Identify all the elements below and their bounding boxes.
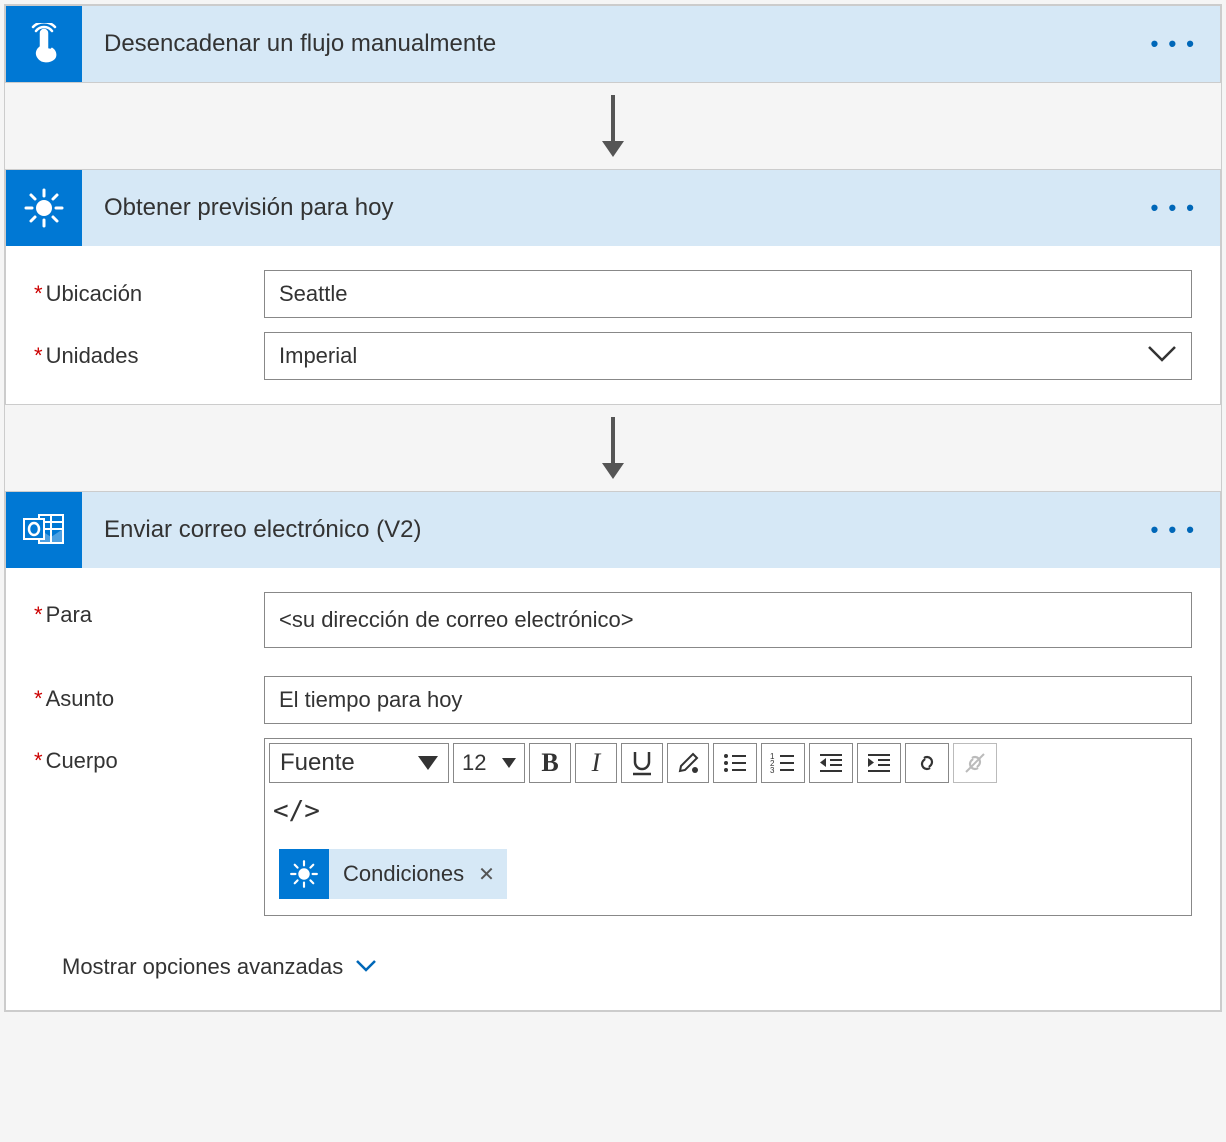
step-email-header[interactable]: Enviar correo electrónico (V2) • • • <box>6 492 1220 568</box>
caret-down-icon <box>502 758 516 768</box>
location-input[interactable]: Seattle <box>264 270 1192 318</box>
rte-unlink-button[interactable] <box>953 743 997 783</box>
rte-link-button[interactable] <box>905 743 949 783</box>
token-remove-button[interactable]: ✕ <box>478 862 495 887</box>
svg-text:3: 3 <box>770 766 775 774</box>
location-label: *Ubicación <box>34 281 264 307</box>
rte-number-list-button[interactable]: 123 <box>761 743 805 783</box>
units-label: *Unidades <box>34 343 264 369</box>
chevron-down-icon <box>355 957 377 978</box>
rte-codeview-button[interactable]: </> <box>269 791 328 831</box>
weather-sun-icon <box>6 170 82 246</box>
step-email: Enviar correo electrónico (V2) • • • *Pa… <box>5 491 1221 1011</box>
step-email-title: Enviar correo electrónico (V2) <box>104 516 1151 544</box>
location-row: *Ubicación Seattle <box>34 270 1192 318</box>
show-advanced-options-button[interactable]: Mostrar opciones avanzadas <box>62 954 377 980</box>
rte-outdent-button[interactable] <box>809 743 853 783</box>
rich-text-editor: Fuente 12 B I <box>264 738 1192 916</box>
chevron-down-icon <box>1147 343 1177 369</box>
token-label: Condiciones <box>343 861 464 887</box>
manual-trigger-icon <box>6 6 82 82</box>
step-forecast-more-button[interactable]: • • • <box>1151 195 1196 221</box>
rte-toolbar: Fuente 12 B I <box>265 739 1191 835</box>
step-trigger-more-button[interactable]: • • • <box>1151 31 1196 57</box>
subject-input[interactable]: El tiempo para hoy <box>264 676 1192 724</box>
step-forecast: Obtener previsión para hoy • • • *Ubicac… <box>5 169 1221 405</box>
rte-underline-button[interactable] <box>621 743 663 783</box>
step-trigger-header[interactable]: Desencadenar un flujo manualmente • • • <box>6 6 1220 82</box>
rte-color-button[interactable] <box>667 743 709 783</box>
units-select[interactable]: Imperial <box>264 332 1192 380</box>
dynamic-content-token[interactable]: Condiciones ✕ <box>279 849 507 899</box>
body-row: *Cuerpo Fuente 12 B I <box>34 738 1192 916</box>
step-email-body: *Para <su dirección de correo electrónic… <box>6 568 1220 1010</box>
step-email-more-button[interactable]: • • • <box>1151 517 1196 543</box>
step-trigger: Desencadenar un flujo manualmente • • • <box>5 5 1221 83</box>
rte-bold-button[interactable]: B <box>529 743 571 783</box>
body-label: *Cuerpo <box>34 738 264 774</box>
rte-content-area[interactable]: Condiciones ✕ <box>265 835 1191 915</box>
rte-indent-button[interactable] <box>857 743 901 783</box>
weather-sun-icon <box>279 849 329 899</box>
step-forecast-header[interactable]: Obtener previsión para hoy • • • <box>6 170 1220 246</box>
rte-size-select[interactable]: 12 <box>453 743 525 783</box>
to-row: *Para <su dirección de correo electrónic… <box>34 592 1192 648</box>
subject-label: *Asunto <box>34 676 264 712</box>
to-label: *Para <box>34 592 264 628</box>
connector-arrow-icon <box>5 83 1221 169</box>
outlook-icon <box>6 492 82 568</box>
rte-bullet-list-button[interactable] <box>713 743 757 783</box>
subject-row: *Asunto El tiempo para hoy <box>34 676 1192 724</box>
caret-down-icon <box>418 756 438 770</box>
to-input[interactable]: <su dirección de correo electrónico> <box>264 592 1192 648</box>
rte-font-select[interactable]: Fuente <box>269 743 449 783</box>
step-forecast-body: *Ubicación Seattle *Unidades Imperial <box>6 246 1220 404</box>
rte-italic-button[interactable]: I <box>575 743 617 783</box>
flow-canvas: Desencadenar un flujo manualmente • • • <box>4 4 1222 1012</box>
units-row: *Unidades Imperial <box>34 332 1192 380</box>
connector-arrow-icon <box>5 405 1221 491</box>
step-forecast-title: Obtener previsión para hoy <box>104 194 1151 222</box>
step-trigger-title: Desencadenar un flujo manualmente <box>104 30 1151 58</box>
